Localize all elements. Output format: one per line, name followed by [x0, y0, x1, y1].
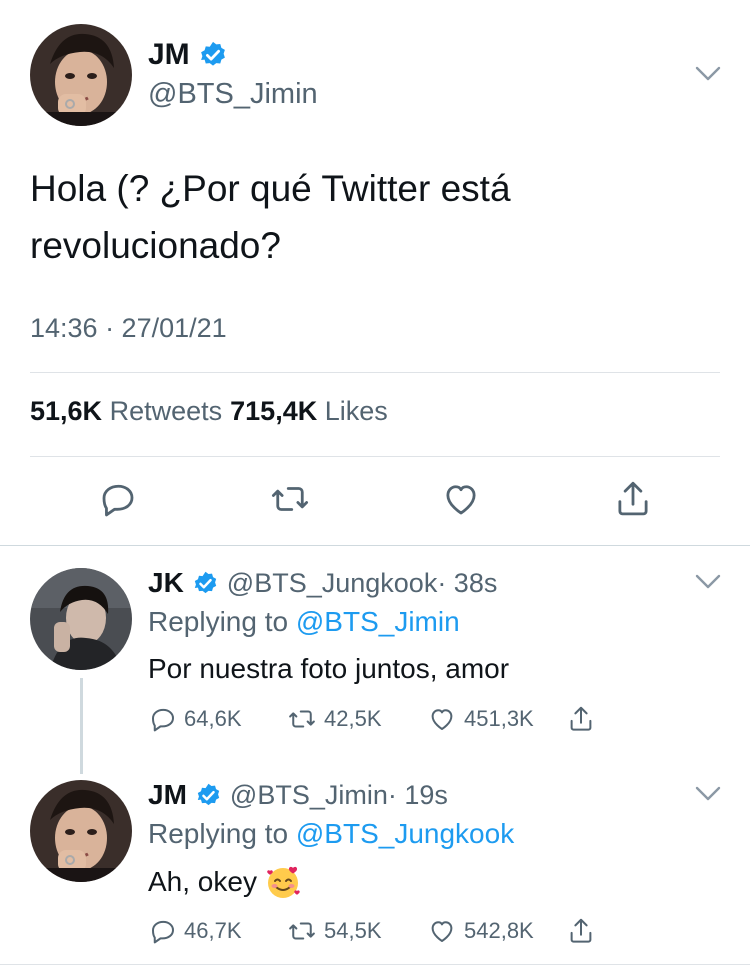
- reply-header: JK @BTS_Jungkook · 38s: [148, 567, 497, 599]
- retweet-icon: [289, 710, 315, 728]
- reply-icon: [152, 708, 174, 732]
- reply-action-bar: 64,6K 42,5K 451,3K: [148, 704, 596, 734]
- smiling-face-with-hearts-icon: [267, 866, 300, 898]
- reply-time[interactable]: · 38s: [437, 568, 497, 599]
- replying-to-line: Replying to @BTS_Jungkook: [148, 818, 514, 850]
- author-name[interactable]: JM: [148, 38, 190, 72]
- chevron-down-icon[interactable]: [695, 66, 721, 82]
- chevron-down-icon[interactable]: [695, 574, 721, 590]
- retweet-count: 42,5K: [324, 706, 382, 731]
- replying-prefix: Replying to: [148, 818, 289, 849]
- reply-button[interactable]: 64,6K: [148, 704, 286, 734]
- like-heart-icon[interactable]: [440, 478, 482, 520]
- share-icon: [570, 706, 592, 731]
- like-count: 542,8K: [464, 918, 534, 943]
- author-handle[interactable]: @BTS_Jimin: [230, 780, 388, 811]
- reply-text: Ah, okey: [148, 864, 301, 900]
- thread-connector-line: [80, 678, 83, 774]
- avatar[interactable]: [30, 568, 132, 670]
- chevron-down-icon[interactable]: [695, 786, 721, 802]
- verified-badge-icon: [192, 570, 219, 597]
- author-name-row[interactable]: JM: [148, 38, 228, 72]
- mention-link[interactable]: @BTS_Jimin: [296, 606, 460, 637]
- retweet-button[interactable]: 54,5K: [286, 916, 426, 946]
- reply-icon[interactable]: [97, 478, 139, 520]
- share-icon[interactable]: [612, 478, 654, 520]
- verified-badge-icon: [195, 782, 222, 809]
- replying-to-line: Replying to @BTS_Jimin: [148, 606, 460, 638]
- divider: [0, 545, 750, 546]
- avatar[interactable]: [30, 780, 132, 882]
- divider: [30, 456, 720, 457]
- replying-prefix: Replying to: [148, 606, 289, 637]
- author-name[interactable]: JK: [148, 567, 184, 599]
- mention-link[interactable]: @BTS_Jungkook: [296, 818, 514, 849]
- tweet-stats: 51,6K Retweets 715,4K Likes: [30, 396, 388, 427]
- retweets-label: Retweets: [109, 396, 223, 426]
- reply-icon: [152, 920, 174, 944]
- reply-count: 46,7K: [184, 918, 242, 943]
- reply-text: Por nuestra foto juntos, amor: [148, 653, 509, 685]
- like-button[interactable]: 451,3K: [426, 704, 566, 734]
- tweet-detail-page: JM @BTS_Jimin Hola (? ¿Por qué Twitter e…: [0, 0, 750, 969]
- share-button[interactable]: [566, 704, 596, 734]
- avatar[interactable]: [30, 24, 132, 126]
- author-handle[interactable]: @BTS_Jimin: [148, 78, 318, 111]
- reply-body: Ah, okey: [148, 866, 257, 897]
- divider: [0, 964, 750, 965]
- verified-badge-icon: [198, 40, 228, 70]
- tweet-text: Hola (? ¿Por qué Twitter está revolucion…: [30, 168, 511, 266]
- author-name[interactable]: JM: [148, 779, 187, 811]
- like-button[interactable]: 542,8K: [426, 916, 566, 946]
- reply-time[interactable]: · 19s: [388, 780, 448, 811]
- retweet-button[interactable]: 42,5K: [286, 704, 426, 734]
- reply-body: Por nuestra foto juntos, amor: [148, 653, 510, 684]
- reply-button[interactable]: 46,7K: [148, 916, 286, 946]
- reply-count: 64,6K: [184, 706, 242, 731]
- author-handle[interactable]: @BTS_Jungkook: [227, 568, 438, 599]
- likes-label: Likes: [324, 396, 388, 426]
- likes-count: 715,4K: [230, 396, 318, 426]
- likes-stat[interactable]: 715,4K Likes: [230, 396, 388, 427]
- retweet-icon: [289, 922, 315, 940]
- tweet-timestamp[interactable]: 14:36 · 27/01/21: [30, 313, 227, 344]
- like-heart-icon: [431, 709, 453, 730]
- reply-header: JM @BTS_Jimin · 19s: [148, 779, 448, 811]
- share-button[interactable]: [566, 916, 596, 946]
- share-icon: [570, 918, 592, 943]
- divider: [30, 372, 720, 373]
- reply-action-bar: 46,7K 54,5K 542,8K: [148, 916, 596, 946]
- retweets-count: 51,6K: [30, 396, 103, 426]
- like-count: 451,3K: [464, 706, 534, 731]
- like-heart-icon: [431, 921, 453, 942]
- tweet-action-bar: [0, 478, 750, 522]
- retweets-stat[interactable]: 51,6K Retweets: [30, 396, 222, 427]
- retweet-icon[interactable]: [269, 478, 311, 520]
- retweet-count: 54,5K: [324, 918, 382, 943]
